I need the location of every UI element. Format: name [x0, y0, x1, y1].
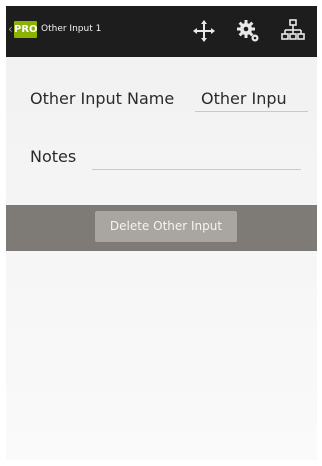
pro-badge[interactable]: PRO [14, 21, 38, 38]
move-icon[interactable] [191, 18, 217, 44]
notes-row: Notes [6, 142, 317, 176]
hierarchy-icon[interactable] [280, 18, 306, 44]
other-input-name-row: Other Input Name Other Inpu [6, 84, 317, 118]
action-bar: ‹ PRO Other Input 1 [6, 6, 317, 57]
gear-icon[interactable] [235, 18, 261, 44]
app-screen: ‹ PRO Other Input 1 Other Input Name Oth… [6, 6, 317, 460]
device-frame: ‹ PRO Other Input 1 Other Input Name Oth… [0, 0, 322, 466]
notes-field[interactable] [92, 145, 301, 170]
page-title: Other Input 1 [41, 24, 102, 34]
action-strip: Delete Other Input [6, 205, 317, 251]
other-input-name-field[interactable]: Other Inpu [195, 87, 308, 112]
notes-label: Notes [30, 147, 77, 166]
delete-other-input-button[interactable]: Delete Other Input [95, 211, 237, 242]
other-input-name-label: Other Input Name [30, 89, 175, 108]
